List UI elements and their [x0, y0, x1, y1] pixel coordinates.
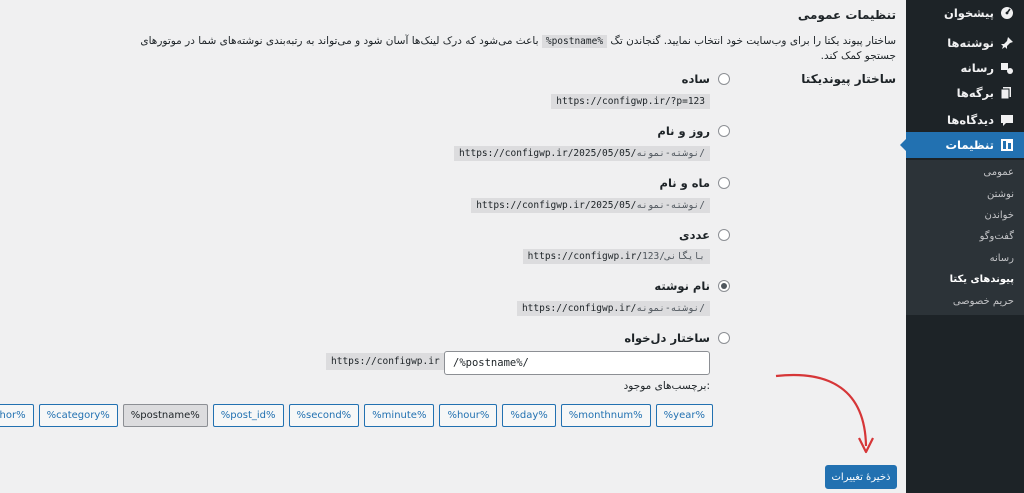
sample-day-name-suffix: نوشته-نمونه/ — [636, 148, 705, 159]
custom-structure-input[interactable] — [444, 351, 710, 375]
menu-label-media: رسانه — [960, 61, 994, 75]
option-custom[interactable]: ساختار دل‌خواه — [624, 331, 730, 345]
radio-custom[interactable] — [718, 332, 730, 344]
menu-item-settings[interactable]: تنظیمات — [900, 132, 1024, 158]
tag-year[interactable]: %year% — [655, 404, 713, 427]
tag-post-id[interactable]: %post_id% — [212, 404, 284, 427]
menu-label-posts: نوشته‌ها — [947, 36, 994, 50]
sample-post-name-suffix: نوشته-نمونه/ — [636, 303, 705, 314]
submenu-writing[interactable]: نوشتن — [987, 189, 1014, 200]
option-plain[interactable]: ساده — [682, 72, 730, 86]
sample-month-name: https://configwp.ir/2025/05/نوشته-نمونه/ — [471, 198, 710, 213]
intro-before: ساختار پیوند یکتا را برای وب‌سایت خود ان… — [610, 35, 896, 47]
menu-item-comments[interactable]: دیدگاه‌ها — [906, 107, 1024, 133]
tag-category[interactable]: %category% — [38, 404, 118, 427]
available-tags-label: برچسب‌های موجود: — [623, 380, 710, 392]
save-changes-button[interactable]: ذخیرهٔ تغییرات — [825, 465, 897, 489]
menu-label-comments: دیدگاه‌ها — [947, 113, 994, 127]
media-icon — [1000, 61, 1014, 75]
submenu-discussion[interactable]: گفت‌وگو — [980, 231, 1014, 242]
option-plain-label: ساده — [681, 72, 710, 86]
option-post-name[interactable]: نام نوشته — [654, 279, 730, 293]
pin-icon — [1000, 36, 1014, 50]
option-numeric-label: عددی — [679, 228, 710, 242]
sample-plain-url: https://configwp.ir/?p=123 — [556, 96, 705, 107]
submenu-privacy[interactable]: حریم خصوصی — [953, 296, 1014, 307]
dashboard-icon — [1000, 6, 1014, 20]
tag-minute[interactable]: %minute% — [364, 404, 435, 427]
submenu-media[interactable]: رسانه — [990, 253, 1014, 264]
submenu-reading[interactable]: خواندن — [984, 210, 1014, 221]
radio-numeric[interactable] — [718, 229, 730, 241]
option-day-name[interactable]: روز و نام — [657, 124, 730, 138]
admin-sidebar: پیشخوان نوشته‌ها رسانه برگه‌ها دیدگاه‌ها… — [900, 0, 1024, 493]
option-day-name-label: روز و نام — [657, 124, 710, 138]
sample-numeric-suffix: بایگانی/123 — [642, 251, 705, 262]
option-custom-label: ساختار دل‌خواه — [624, 331, 710, 345]
menu-label-dashboard: پیشخوان — [944, 6, 994, 20]
sample-day-name-url: https://configwp.ir/2025/05/05/ — [459, 148, 637, 159]
intro-code: %postname% — [541, 35, 608, 48]
tag-hour[interactable]: %hour% — [439, 404, 498, 427]
menu-item-pages[interactable]: برگه‌ها — [906, 80, 1024, 106]
submenu-general[interactable]: عمومی — [983, 167, 1014, 178]
tag-day[interactable]: %day% — [502, 404, 556, 427]
sample-post-name-url: https://configwp.ir/ — [521, 303, 637, 314]
page-title: تنظیمات عمومی — [797, 8, 896, 22]
settings-icon — [1000, 138, 1014, 152]
sample-numeric: https://configwp.ir/بایگانی/123 — [522, 249, 710, 264]
sample-month-name-suffix: نوشته-نمونه/ — [636, 200, 705, 211]
option-month-name[interactable]: ماه و نام — [660, 176, 730, 190]
sample-post-name: https://configwp.ir/نوشته-نمونه/ — [516, 301, 710, 316]
sample-plain: https://configwp.ir/?p=123 — [551, 94, 710, 109]
sample-month-name-url: https://configwp.ir/2025/05/ — [476, 200, 637, 211]
tag-postname[interactable]: %postname% — [122, 404, 208, 427]
available-tags: %year% %monthnum% %day% %hour% %minute% … — [0, 404, 713, 427]
menu-item-media[interactable]: رسانه — [906, 55, 1024, 81]
submenu-permalinks[interactable]: پیوندهای یکتا — [950, 274, 1014, 285]
sample-numeric-url: https://configwp.ir/ — [527, 251, 643, 262]
custom-base-url: https://configwp.ir — [326, 353, 445, 370]
settings-submenu: عمومی نوشتن خواندن گفت‌وگو رسانه پیوندها… — [906, 160, 1024, 315]
menu-item-posts[interactable]: نوشته‌ها — [906, 30, 1024, 56]
menu-label-pages: برگه‌ها — [956, 86, 994, 100]
permalink-structure-label: ساختار پیوندیکتا — [801, 72, 896, 86]
intro-text: ساختار پیوند یکتا را برای وب‌سایت خود ان… — [106, 34, 896, 64]
annotation-arrow — [775, 373, 874, 454]
radio-day-name[interactable] — [718, 125, 730, 137]
menu-item-dashboard[interactable]: پیشخوان — [906, 0, 1024, 26]
radio-post-name[interactable] — [718, 280, 730, 292]
tag-second[interactable]: %second% — [288, 404, 360, 427]
sample-day-name: https://configwp.ir/2025/05/05/نوشته-نمو… — [454, 146, 710, 161]
menu-label-settings: تنظیمات — [945, 138, 995, 152]
option-post-name-label: نام نوشته — [654, 279, 710, 293]
tag-monthnum[interactable]: %monthnum% — [560, 404, 651, 427]
comment-icon — [1000, 113, 1014, 127]
tag-author[interactable]: %author% — [0, 404, 34, 427]
radio-plain[interactable] — [718, 73, 730, 85]
radio-month-name[interactable] — [718, 177, 730, 189]
option-numeric[interactable]: عددی — [679, 228, 730, 242]
pages-icon — [1000, 86, 1014, 100]
option-month-name-label: ماه و نام — [659, 176, 710, 190]
